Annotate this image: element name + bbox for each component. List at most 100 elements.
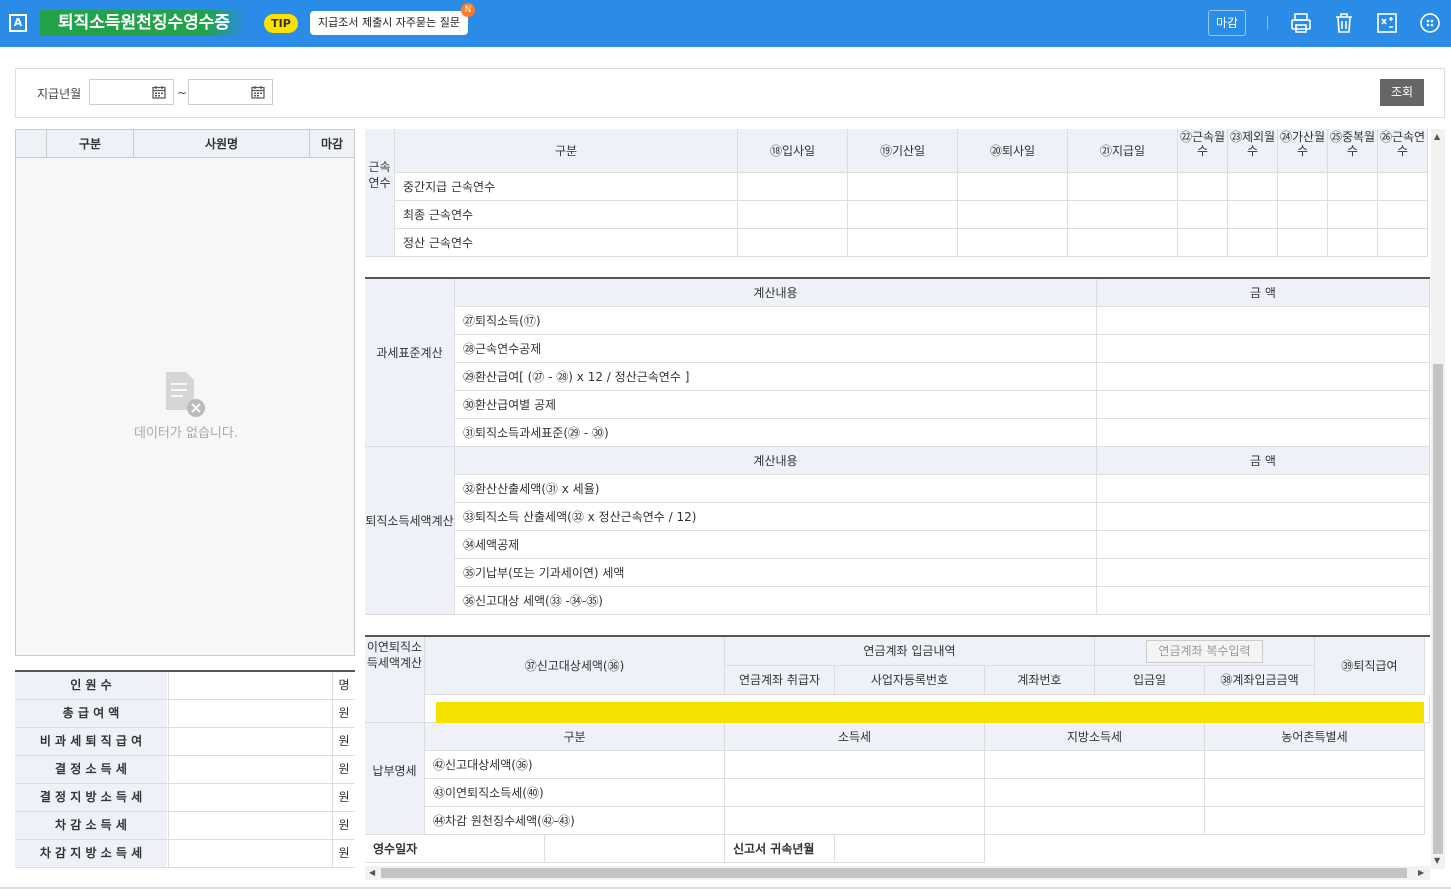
tax_base-row-label: ㉗퇴직소득(⑰) bbox=[455, 307, 1097, 335]
tenure-date-cell[interactable] bbox=[738, 229, 848, 257]
deferred-side-label: 이연퇴직소득세액계산 bbox=[365, 637, 425, 723]
tax_base-row-label: ㉘근속연수공제 bbox=[455, 335, 1097, 363]
tax_calc-amount-cell[interactable] bbox=[1097, 475, 1430, 503]
tenure-date-cell[interactable] bbox=[1068, 173, 1178, 201]
tenure-date-cell[interactable] bbox=[738, 173, 848, 201]
printer-icon[interactable] bbox=[1289, 11, 1313, 35]
toolbar-divider bbox=[1267, 16, 1268, 30]
summary-value bbox=[168, 672, 333, 699]
payment-amount-cell[interactable] bbox=[725, 779, 985, 807]
tax_base-content-header: 계산내용 bbox=[455, 279, 1097, 307]
deferred-input-highlight[interactable] bbox=[436, 702, 1424, 724]
tenure-date-cell[interactable] bbox=[958, 173, 1068, 201]
col-closed[interactable]: 마감 bbox=[309, 130, 354, 158]
tenure-month-cell[interactable] bbox=[1378, 229, 1428, 257]
deposit-sub-header: 연금계좌 취급자 bbox=[725, 666, 835, 695]
tenure-month-cell[interactable] bbox=[1178, 173, 1228, 201]
tax_calc-amount-cell[interactable] bbox=[1097, 559, 1430, 587]
tenure-month-cell[interactable] bbox=[1278, 201, 1328, 229]
summary-label: 인 원 수 bbox=[15, 672, 167, 699]
vertical-scroll-thumb[interactable] bbox=[1433, 364, 1443, 854]
tax_calc-row-label: ㊱신고대상 세액(㉝ -㉞-㉟) bbox=[455, 587, 1097, 615]
tenure-month-cell[interactable] bbox=[1178, 201, 1228, 229]
summary-value bbox=[168, 812, 333, 839]
receipt-form: 근속연수 구분 ⑱입사일 ⑲기산일 ⑳퇴사일 ㉑지급일 ㉒근속월수 ㉓제외월수 ㉔가산월수 ㉕중복… bbox=[365, 129, 1430, 869]
scroll-right-icon[interactable]: ▶ bbox=[1418, 868, 1424, 877]
faq-link[interactable]: 지급조서 제출시 자주묻는 질문 bbox=[310, 11, 468, 35]
calendar-icon[interactable] bbox=[152, 85, 166, 99]
payment-amount-cell[interactable] bbox=[725, 751, 985, 779]
tenure-month-cell[interactable] bbox=[1228, 173, 1278, 201]
payment-amount-cell[interactable] bbox=[725, 807, 985, 835]
summary-unit: 원 bbox=[338, 790, 350, 804]
tenure-month-header: ㉔가산월수 bbox=[1278, 129, 1328, 173]
summary-label: 차 감 소 득 세 bbox=[15, 812, 167, 839]
tax_calc-amount-cell[interactable] bbox=[1097, 503, 1430, 531]
summary-value bbox=[168, 728, 333, 755]
payment-amount-cell[interactable] bbox=[1205, 751, 1425, 779]
tip-badge[interactable]: TIP bbox=[264, 14, 298, 33]
tenure-date-cell[interactable] bbox=[1068, 229, 1178, 257]
tax_calc-row-label: ㉟기납부(또는 기과세이연) 세액 bbox=[455, 559, 1097, 587]
close-period-button[interactable]: 마감 bbox=[1208, 10, 1246, 36]
app-header: A 퇴직소득원천징수영수증 TIP 지급조서 제출시 자주묻는 질문 N 마감 bbox=[0, 0, 1451, 47]
vertical-scrollbar[interactable]: ▲ ▼ bbox=[1431, 129, 1445, 869]
tax_base-amount-cell[interactable] bbox=[1097, 391, 1430, 419]
tenure-month-cell[interactable] bbox=[1278, 173, 1328, 201]
tax_calc-amount-cell[interactable] bbox=[1097, 587, 1430, 615]
tax_base-amount-cell[interactable] bbox=[1097, 335, 1430, 363]
tenure-date-cell[interactable] bbox=[1068, 201, 1178, 229]
belong-month-input[interactable] bbox=[835, 835, 985, 863]
tenure-month-cell[interactable] bbox=[1378, 173, 1428, 201]
select-all-checkbox[interactable] bbox=[16, 130, 46, 158]
payment-amount-cell[interactable] bbox=[985, 751, 1205, 779]
scroll-up-icon[interactable]: ▲ bbox=[1434, 132, 1440, 141]
multi-input-button[interactable]: 연금계좌 복수입력 bbox=[1146, 640, 1263, 663]
excel-icon[interactable] bbox=[1375, 11, 1399, 35]
payment-amount-cell[interactable] bbox=[1205, 779, 1425, 807]
tenure-date-cell[interactable] bbox=[848, 173, 958, 201]
scroll-left-icon[interactable]: ◀ bbox=[369, 868, 375, 877]
tenure-date-cell[interactable] bbox=[848, 201, 958, 229]
col-employee-name[interactable]: 사원명 bbox=[133, 130, 309, 158]
tenure-month-cell[interactable] bbox=[1228, 229, 1278, 257]
page-title: 퇴직소득원천징수영수증 bbox=[40, 10, 247, 36]
payment-amount-cell[interactable] bbox=[1205, 807, 1425, 835]
tenure-month-cell[interactable] bbox=[1178, 229, 1228, 257]
tenure-month-cell[interactable] bbox=[1328, 173, 1378, 201]
tax_calc-amount-cell[interactable] bbox=[1097, 531, 1430, 559]
tenure-col-header: ㉑지급일 bbox=[1068, 129, 1178, 173]
tenure-date-cell[interactable] bbox=[958, 229, 1068, 257]
horizontal-scrollbar[interactable]: ◀ ▶ bbox=[365, 866, 1430, 880]
pay-month-from-input[interactable] bbox=[89, 79, 174, 105]
tenure-month-cell[interactable] bbox=[1378, 201, 1428, 229]
tenure-date-cell[interactable] bbox=[958, 201, 1068, 229]
trash-icon[interactable] bbox=[1332, 11, 1356, 35]
tenure-month-cell[interactable] bbox=[1328, 229, 1378, 257]
tax_base-side-label: 과세표준계산 bbox=[365, 279, 455, 447]
col-gubun[interactable]: 구분 bbox=[46, 130, 133, 158]
scroll-down-icon[interactable]: ▼ bbox=[1434, 856, 1440, 865]
deposit-sub-header: 입금일 bbox=[1095, 666, 1205, 695]
calendar-icon[interactable] bbox=[251, 85, 265, 99]
tax_base-amount-cell[interactable] bbox=[1097, 419, 1430, 447]
tax_calc-row-label: ㉞세액공제 bbox=[455, 531, 1097, 559]
tax_base-amount-cell[interactable] bbox=[1097, 363, 1430, 391]
tax_base-amount-cell[interactable] bbox=[1097, 307, 1430, 335]
tenure-date-cell[interactable] bbox=[738, 201, 848, 229]
horizontal-scroll-thumb[interactable] bbox=[381, 868, 1407, 878]
tenure-month-cell[interactable] bbox=[1228, 201, 1278, 229]
summary-label: 비 과 세 퇴 직 급 여 bbox=[15, 728, 167, 755]
query-button[interactable]: 조회 bbox=[1380, 79, 1424, 106]
tenure-month-header: ㉒근속월수 bbox=[1178, 129, 1228, 173]
tenure-month-cell[interactable] bbox=[1328, 201, 1378, 229]
summary-unit: 원 bbox=[338, 818, 350, 832]
payment-amount-cell[interactable] bbox=[985, 807, 1205, 835]
payment-amount-cell[interactable] bbox=[985, 779, 1205, 807]
receipt-date-input[interactable] bbox=[545, 835, 725, 863]
more-icon[interactable] bbox=[1418, 11, 1442, 35]
summary-value bbox=[168, 784, 333, 811]
pay-month-to-input[interactable] bbox=[188, 79, 273, 105]
tenure-date-cell[interactable] bbox=[848, 229, 958, 257]
tenure-month-cell[interactable] bbox=[1278, 229, 1328, 257]
